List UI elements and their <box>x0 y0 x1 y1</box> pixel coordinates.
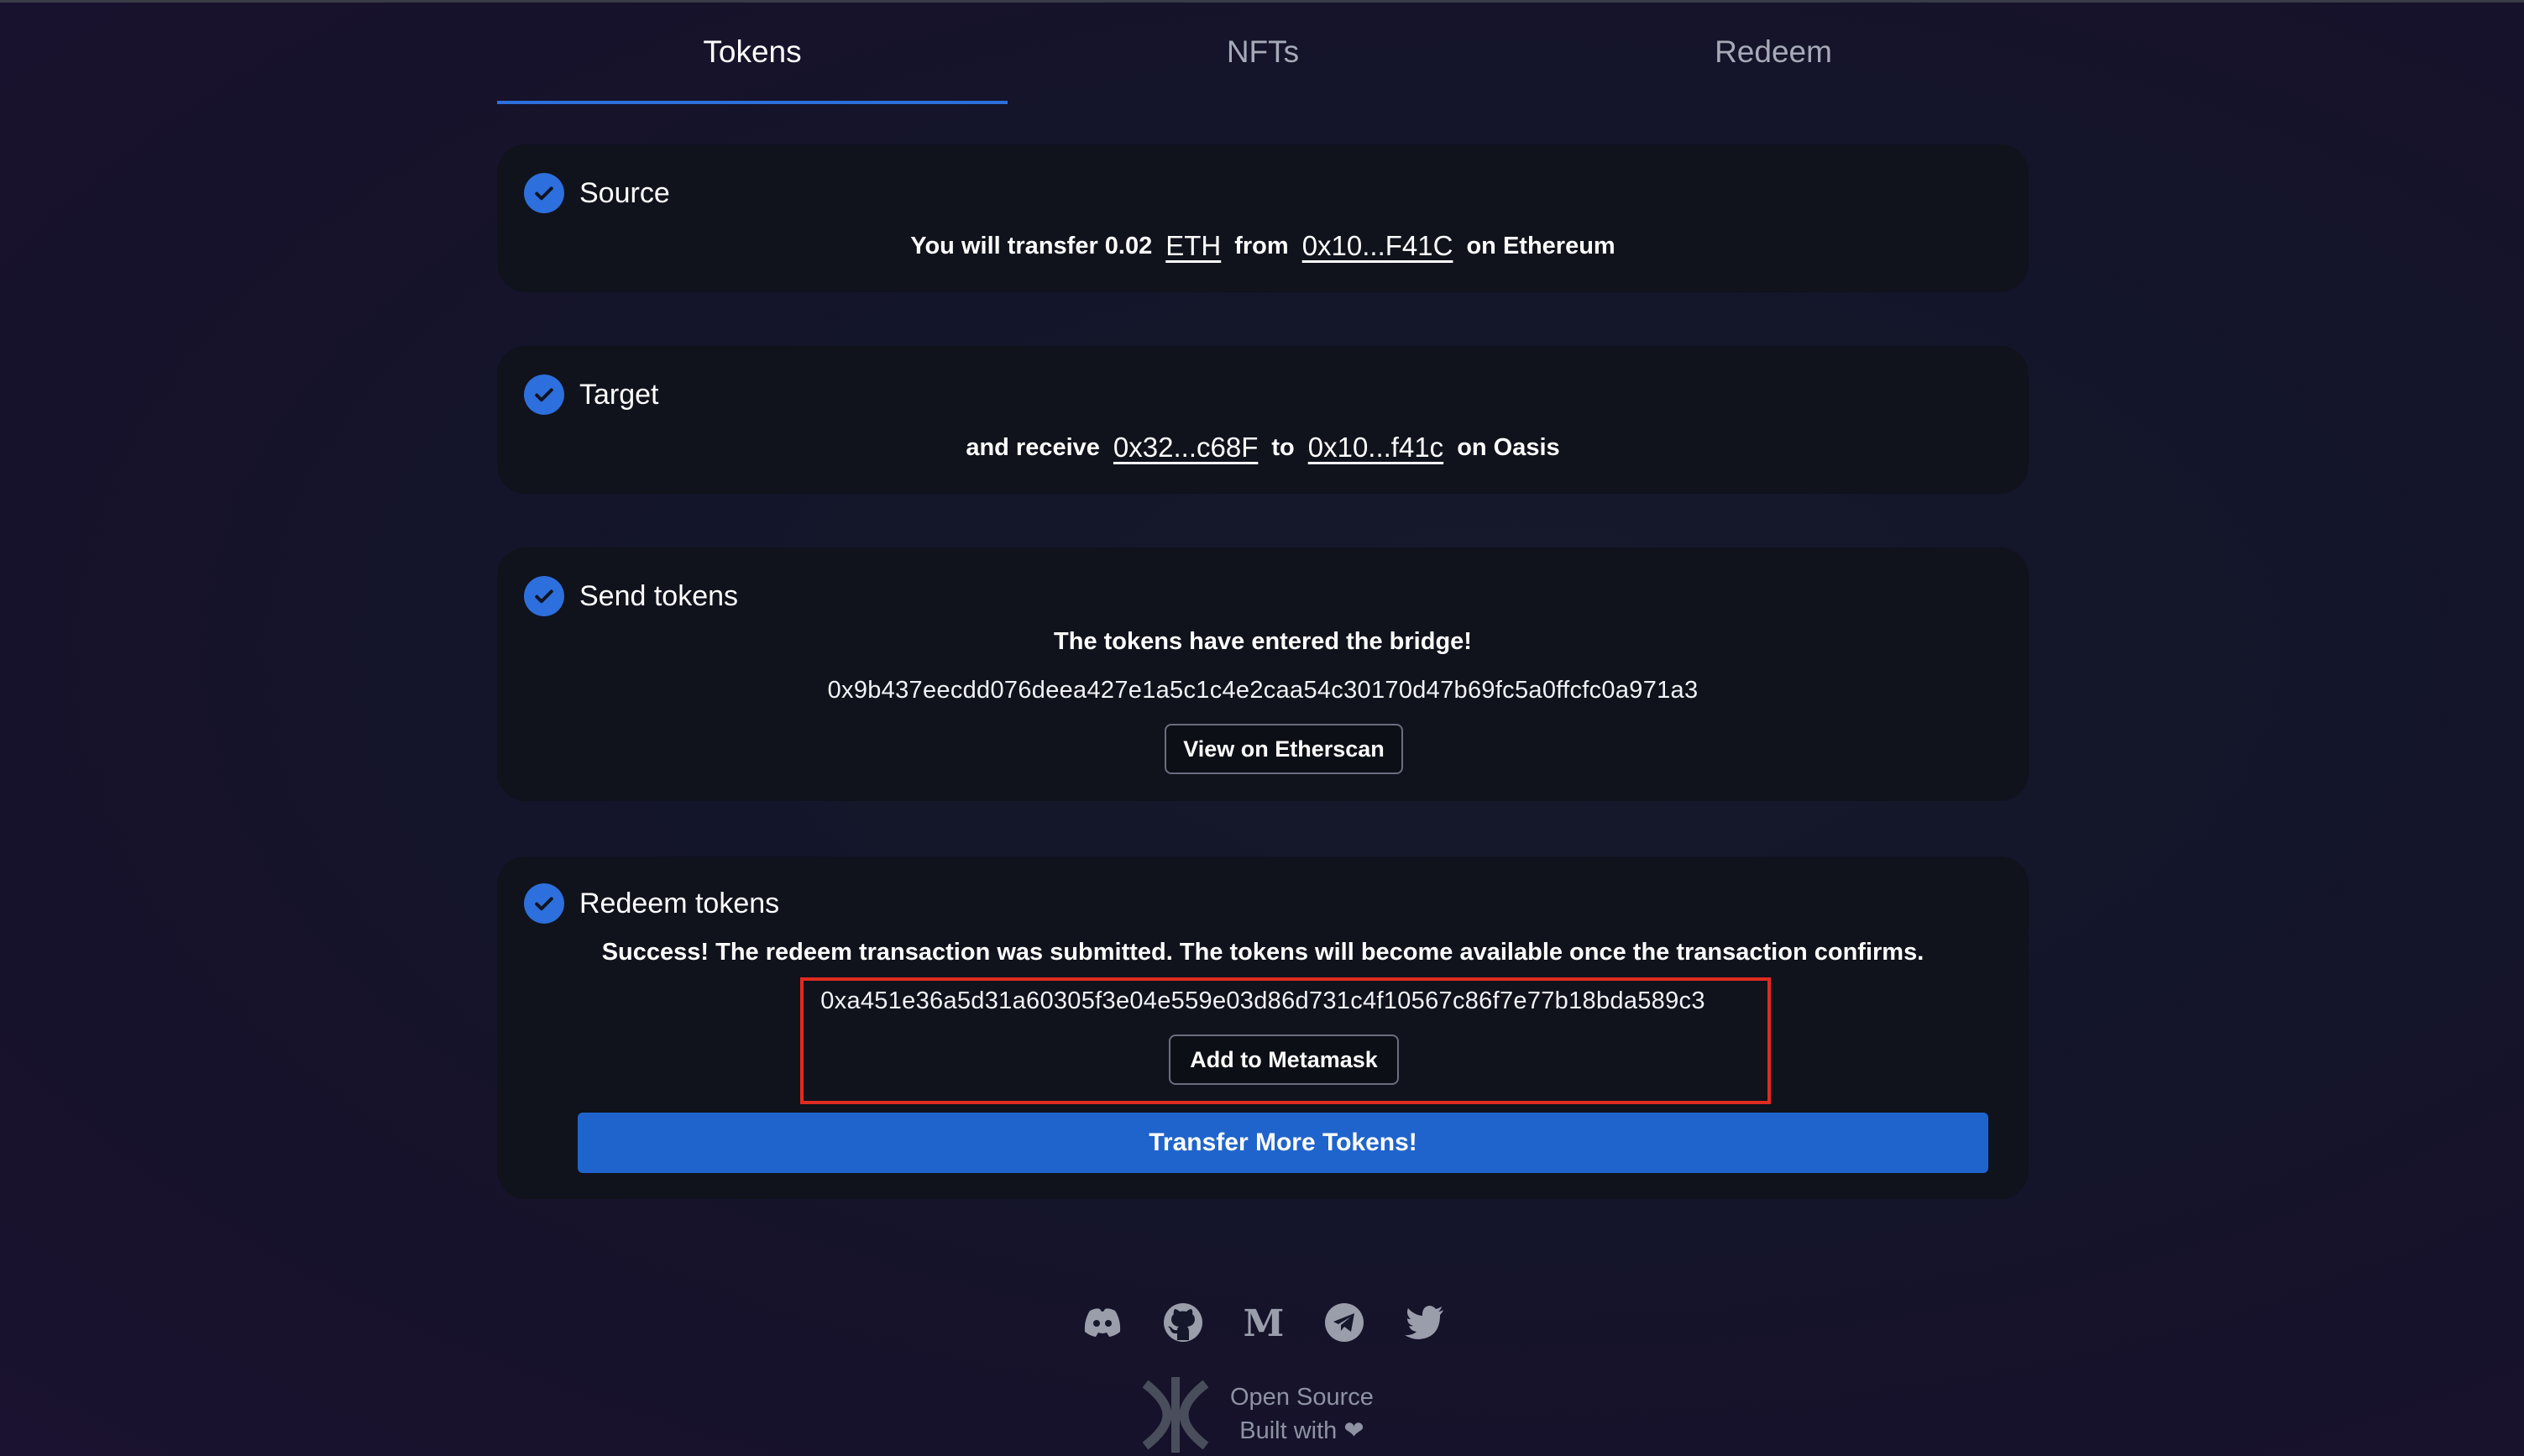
target-token-link[interactable]: 0x32...c68F <box>1113 432 1258 464</box>
target-to-word: to <box>1271 433 1295 461</box>
target-summary: and receive 0x32...c68F to 0x10...f41c o… <box>497 427 2029 469</box>
redeem-header: Redeem tokens <box>524 883 779 924</box>
discord-icon[interactable] <box>1079 1299 1126 1346</box>
twitter-icon[interactable] <box>1401 1299 1448 1346</box>
footer-text: Open Source Built with ❤ <box>1230 1380 1374 1448</box>
tab-nfts[interactable]: NFTs <box>1008 0 1518 104</box>
target-title: Target <box>579 378 659 411</box>
send-title: Send tokens <box>579 579 739 612</box>
footer-built-with: Built with ❤ <box>1239 1417 1364 1444</box>
source-address-link[interactable]: 0x10...F41C <box>1302 230 1453 262</box>
medium-icon[interactable]: M <box>1240 1299 1287 1346</box>
transfer-more-tokens-button[interactable]: Transfer More Tokens! <box>578 1113 1988 1173</box>
redeem-success-message: Success! The redeem transaction was subm… <box>601 939 1924 966</box>
check-icon <box>524 173 564 213</box>
redeem-title: Redeem tokens <box>579 887 780 919</box>
send-card: Send tokens The tokens have entered the … <box>497 547 2029 801</box>
wormhole-logo-icon <box>1142 1377 1209 1453</box>
target-card: Target and receive 0x32...c68F to 0x10..… <box>497 346 2029 494</box>
send-message: The tokens have entered the bridge! <box>1054 628 1472 655</box>
source-title: Source <box>579 176 670 209</box>
highlight-box <box>800 977 1771 1104</box>
tab-tokens[interactable]: Tokens <box>497 0 1008 104</box>
source-token-link[interactable]: ETH <box>1165 230 1221 262</box>
target-address-link[interactable]: 0x10...f41c <box>1308 432 1443 464</box>
social-links: M <box>1079 1297 1448 1348</box>
target-prefix: and receive <box>966 433 1100 461</box>
github-icon[interactable] <box>1160 1299 1207 1346</box>
telegram-icon[interactable] <box>1321 1299 1368 1346</box>
source-header: Source <box>524 173 670 213</box>
check-icon <box>524 883 564 924</box>
send-header: Send tokens <box>524 576 738 616</box>
source-chain: on Ethereum <box>1466 232 1615 259</box>
source-summary: You will transfer 0.02 ETH from 0x10...F… <box>497 225 2029 267</box>
target-chain: on Oasis <box>1457 433 1560 461</box>
view-on-etherscan-button[interactable]: View on Etherscan <box>1165 724 1403 774</box>
check-icon <box>524 374 564 415</box>
tab-bar: Tokens NFTs Redeem <box>497 0 2029 104</box>
source-prefix: You will transfer 0.02 <box>910 232 1153 259</box>
target-header: Target <box>524 374 659 415</box>
svg-text:M: M <box>1244 1304 1285 1341</box>
source-card: Source You will transfer 0.02 ETH from 0… <box>497 144 2029 292</box>
source-from-word: from <box>1234 232 1289 259</box>
check-icon <box>524 576 564 616</box>
tab-redeem[interactable]: Redeem <box>1518 0 2029 104</box>
footer-open-source: Open Source <box>1230 1384 1374 1411</box>
send-tx-hash: 0x9b437eecdd076deea427e1a5c1c4e2caa54c30… <box>827 677 1699 704</box>
